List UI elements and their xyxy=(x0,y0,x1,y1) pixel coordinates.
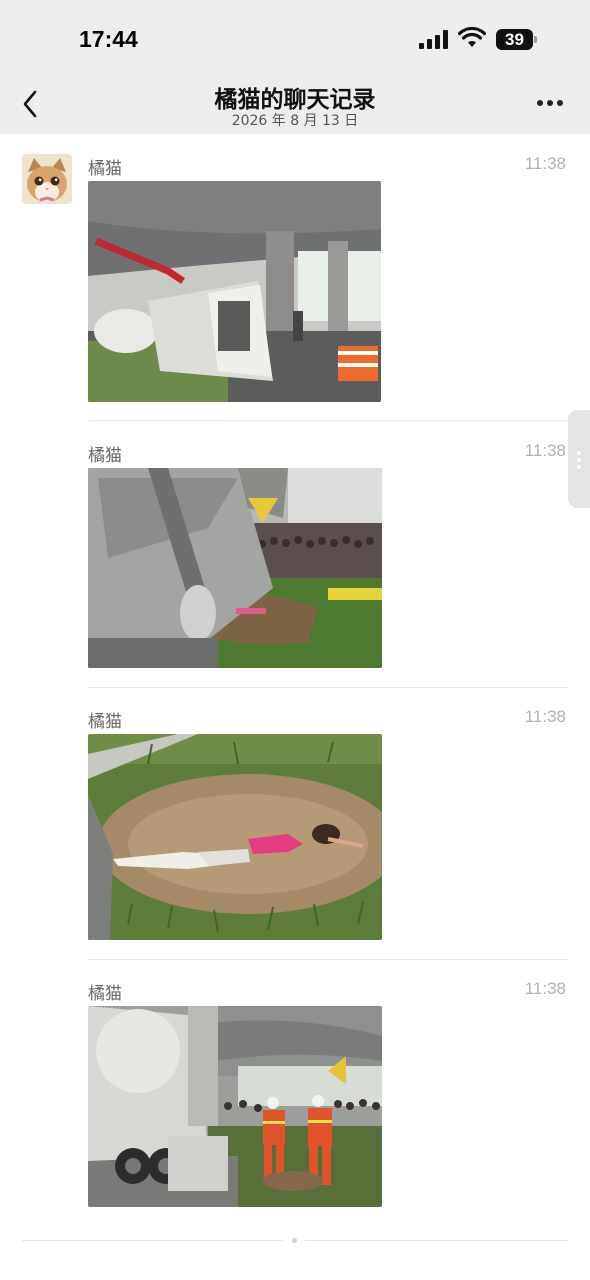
sender-name: 橘猫 xyxy=(88,984,122,1004)
message-image[interactable] xyxy=(88,181,381,402)
end-line-left xyxy=(22,1240,284,1241)
battery-level: 39 xyxy=(505,30,524,49)
side-floating-tab[interactable] xyxy=(568,410,590,508)
sender-name: 橘猫 xyxy=(88,159,122,179)
avatar[interactable] xyxy=(22,154,72,204)
wifi-icon xyxy=(458,26,486,47)
battery-icon: 39 xyxy=(496,29,537,50)
status-bar: 17:44 39 xyxy=(0,0,590,72)
end-dot xyxy=(292,1238,297,1243)
more-icon[interactable] xyxy=(535,100,565,108)
divider xyxy=(88,687,568,688)
message-time: 11:38 xyxy=(524,707,566,726)
message-image[interactable] xyxy=(88,1006,382,1207)
nav-bar: 橘猫的聊天记录 2026 年 8 月 13 日 xyxy=(0,72,590,134)
message-time: 11:38 xyxy=(524,979,566,998)
signal-icon xyxy=(419,29,451,49)
message-image[interactable] xyxy=(88,468,382,668)
page-subtitle: 2026 年 8 月 13 日 xyxy=(231,113,359,129)
end-line-right xyxy=(305,1240,568,1241)
message-image[interactable] xyxy=(88,734,382,940)
divider xyxy=(88,959,568,960)
message-time: 11:38 xyxy=(524,441,566,460)
sender-name: 橘猫 xyxy=(88,712,122,732)
sender-name: 橘猫 xyxy=(88,446,122,466)
status-time: 17:44 xyxy=(79,26,138,52)
page-title: 橘猫的聊天记录 xyxy=(214,87,376,113)
message-time: 11:38 xyxy=(524,154,566,173)
divider xyxy=(88,420,568,421)
